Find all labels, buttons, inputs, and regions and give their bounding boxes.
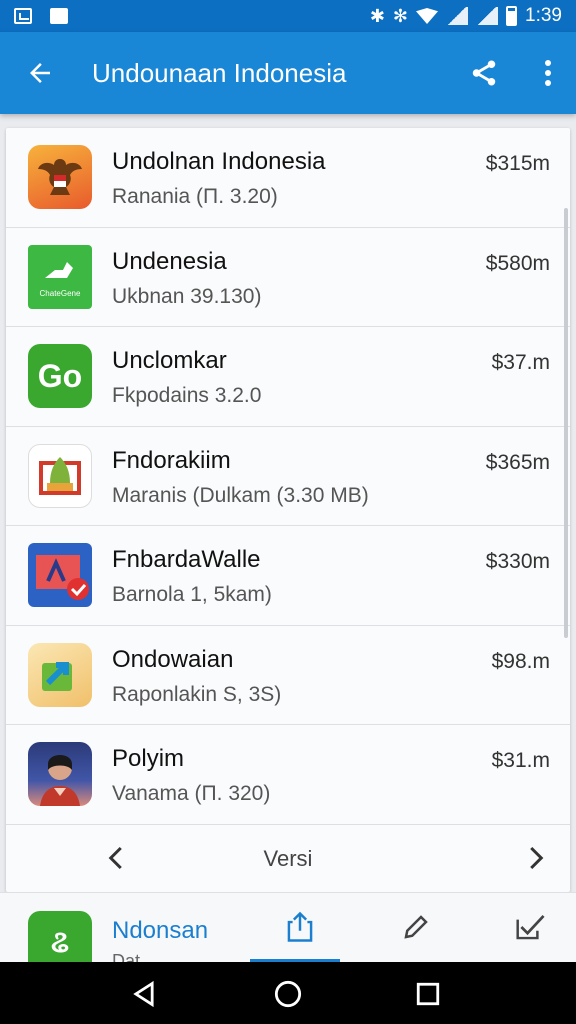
app-version: Barnola 1, 5kam) — [112, 583, 272, 606]
app-version: Vanama (Π. 320) — [112, 782, 271, 805]
pager: Versi — [6, 825, 570, 892]
vibrate-icon: ✻ — [392, 5, 409, 26]
app-price: $315m — [485, 152, 550, 175]
arrow-app-icon — [28, 642, 92, 707]
status-bar: ✱ ✻ 1:39 — [0, 0, 576, 32]
share-icon — [472, 60, 496, 86]
upload-icon — [287, 911, 313, 942]
share-button[interactable] — [448, 32, 520, 114]
nav-recents-button[interactable] — [412, 978, 444, 1010]
garuda-emblem-icon — [28, 145, 92, 210]
chevron-left-icon — [108, 846, 122, 870]
square-recents-icon — [416, 982, 440, 1006]
icon-text: Go — [37, 357, 83, 394]
list-item[interactable]: Undolnan Indonesia Ranania (Π. 3.20) $31… — [6, 128, 570, 228]
approve-button[interactable] — [510, 907, 550, 947]
app-version: Fkpodains 3.2.0 — [112, 384, 262, 407]
list-item[interactable]: FnbardaWalle Barnola 1, 5kam) $330m — [6, 526, 570, 626]
clock: 1:39 — [525, 5, 562, 26]
app-list: Undolnan Indonesia Ranania (Π. 3.20) $31… — [6, 128, 570, 892]
previous-page-button[interactable] — [102, 843, 132, 873]
list-item[interactable]: Ondowaian Raponlakin S, 3S) $98.m — [6, 626, 570, 725]
selected-app-subtitle: Dat — [112, 951, 141, 962]
app-version: Ukbnan 39.130) — [112, 284, 262, 308]
triangle-back-icon — [133, 980, 154, 1008]
pager-label: Versi — [263, 845, 313, 871]
message-notification-icon — [50, 8, 68, 24]
scrollbar[interactable] — [564, 208, 568, 638]
wifi-icon — [416, 8, 439, 24]
app-price: $365m — [485, 450, 550, 474]
nav-back-button[interactable] — [128, 978, 160, 1010]
upload-button[interactable] — [280, 907, 320, 947]
photo-app-icon — [28, 742, 92, 807]
battery-icon — [506, 6, 518, 26]
pencil-icon — [404, 915, 428, 939]
list-item[interactable]: Go Unclomkar Fkpodains 3.2.0 $37.m — [6, 327, 570, 427]
list-item[interactable]: Polyim Vanama (Π. 320) $31.m — [6, 725, 570, 825]
list-item[interactable]: ChateGene Undenesia Ukbnan 39.130) $580m — [6, 228, 570, 327]
go-app-icon: Go — [28, 344, 92, 409]
app-title: Undenesia — [112, 247, 227, 275]
bluetooth-icon: ✱ — [369, 5, 385, 26]
gallery-notification-icon — [14, 8, 32, 24]
app-price: $31.m — [491, 749, 550, 772]
signal-icon — [446, 7, 469, 25]
app-version: Raponlakin S, 3S) — [112, 682, 282, 706]
app-bar: Undounaan Indonesia — [0, 32, 576, 114]
folder-app-icon — [28, 443, 92, 508]
more-vert-icon — [545, 60, 551, 86]
selected-app-name[interactable]: Ndonsan — [112, 917, 208, 945]
app-title: FnbardaWalle — [112, 546, 261, 573]
arrow-left-icon — [30, 63, 50, 83]
blue-check-app-icon — [28, 543, 92, 608]
app-price: $98.m — [491, 649, 550, 673]
check-doc-icon — [516, 915, 545, 940]
app-title: Polyim — [112, 745, 185, 772]
overflow-menu-button[interactable] — [520, 32, 576, 114]
system-nav-bar — [0, 962, 576, 1024]
app-price: $330m — [485, 550, 550, 573]
edit-button[interactable] — [396, 907, 436, 947]
icon-caption: ChateGene — [40, 289, 81, 298]
app-version: Maranis (Dulkam (3.30 MB) — [112, 483, 369, 507]
green-app-icon: ChateGene — [28, 244, 92, 309]
app-title: Ondowaian — [112, 645, 234, 673]
circle-home-icon — [274, 980, 302, 1008]
app-title: Fndorakiim — [112, 446, 231, 474]
next-page-button[interactable] — [520, 843, 550, 873]
selected-app-icon: ଌ — [28, 911, 92, 962]
nav-home-button[interactable] — [272, 978, 304, 1010]
page-title: Undounaan Indonesia — [92, 57, 347, 88]
list-item[interactable]: Fndorakiim Maranis (Dulkam (3.30 MB) $36… — [6, 427, 570, 526]
app-price: $37.m — [491, 351, 550, 374]
bottom-toolbar: ଌ Ndonsan Dat — [0, 892, 576, 962]
signal-2-icon — [476, 7, 499, 25]
app-version: Ranania (Π. 3.20) — [112, 185, 278, 208]
back-button[interactable] — [0, 32, 80, 114]
chevron-right-icon — [530, 846, 544, 870]
app-title: Undolnan Indonesia — [112, 148, 326, 175]
app-title: Unclomkar — [112, 347, 227, 374]
app-price: $580m — [485, 251, 550, 275]
